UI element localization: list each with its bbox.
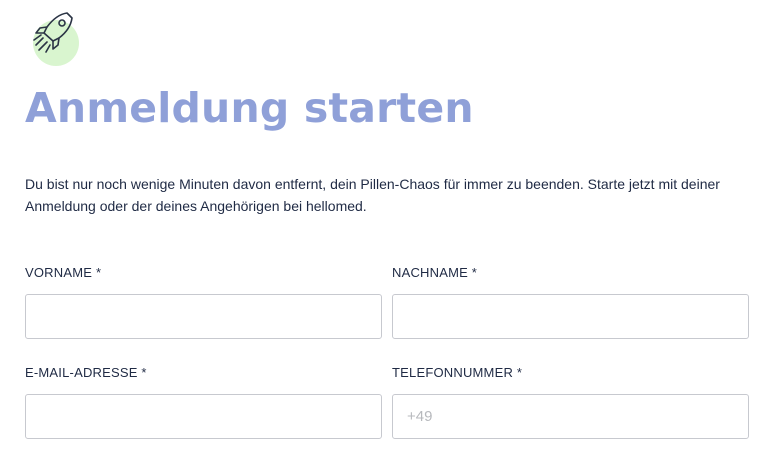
first-name-input[interactable] [25,294,382,339]
email-input[interactable] [25,394,382,439]
page-title: Anmeldung starten [25,84,474,132]
phone-input[interactable] [392,394,749,439]
first-name-label: VORNAME * [25,265,102,280]
rocket-icon [33,12,73,53]
phone-label: TELEFONNUMMER * [392,365,523,380]
last-name-input[interactable] [392,294,749,339]
email-label: E-MAIL-ADRESSE * [25,365,147,380]
last-name-label: NACHNAME * [392,265,478,280]
logo [27,8,81,66]
intro-text: Du bist nur noch wenige Minuten davon en… [25,176,720,214]
